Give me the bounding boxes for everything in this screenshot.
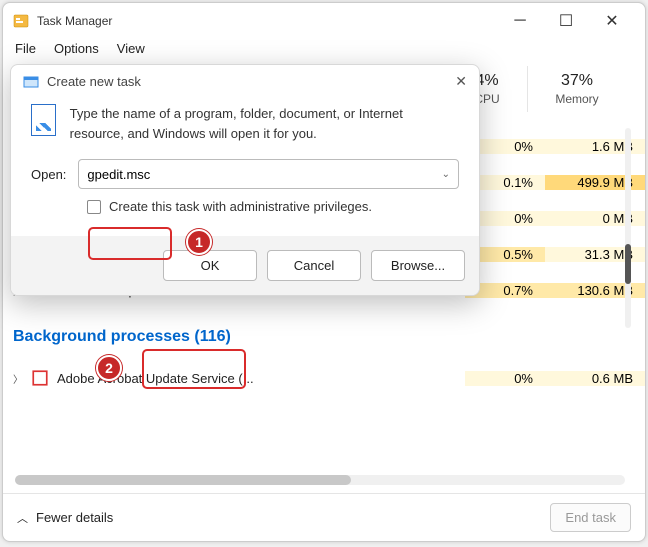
- close-button[interactable]: ✕: [589, 6, 635, 36]
- end-task-button[interactable]: End task: [550, 503, 631, 532]
- admin-label: Create this task with administrative pri…: [109, 199, 372, 214]
- minimize-button[interactable]: ─: [497, 6, 543, 36]
- vertical-scrollbar[interactable]: [625, 128, 631, 328]
- ok-button[interactable]: OK: [163, 250, 257, 281]
- open-label: Open:: [31, 167, 66, 182]
- dialog-icon: [23, 74, 39, 90]
- app-icon: [31, 369, 49, 387]
- dialog-close-button[interactable]: ✕: [455, 73, 467, 90]
- menu-file[interactable]: File: [15, 41, 36, 56]
- highlight-ok: [142, 349, 246, 389]
- horizontal-scrollbar[interactable]: [15, 475, 625, 485]
- task-manager-icon: [13, 13, 29, 29]
- open-combobox[interactable]: gpedit.msc ⌄: [78, 159, 459, 189]
- menu-options[interactable]: Options: [54, 41, 99, 56]
- browse-button[interactable]: Browse...: [371, 250, 465, 281]
- create-new-task-dialog: Create new task ✕ Type the name of a pro…: [10, 64, 480, 296]
- fewer-details-button[interactable]: ︿ Fewer details: [17, 510, 113, 526]
- annotation-badge-1: 1: [186, 229, 212, 255]
- dialog-title: Create new task: [47, 74, 141, 89]
- run-icon: [31, 104, 56, 136]
- window-title: Task Manager: [37, 14, 497, 28]
- annotation-badge-2: 2: [96, 355, 122, 381]
- background-processes-header[interactable]: Background processes (116): [13, 328, 645, 346]
- cancel-button[interactable]: Cancel: [267, 250, 361, 281]
- chevron-down-icon[interactable]: ⌄: [442, 169, 450, 180]
- menu-view[interactable]: View: [117, 41, 145, 56]
- maximize-button[interactable]: ☐: [543, 6, 589, 36]
- titlebar: Task Manager ─ ☐ ✕: [3, 3, 645, 39]
- dialog-description: Type the name of a program, folder, docu…: [70, 104, 459, 143]
- open-value: gpedit.msc: [87, 167, 150, 182]
- highlight-input: [88, 227, 172, 260]
- memory-column-header[interactable]: 37% Memory: [527, 72, 627, 106]
- footer: ︿ Fewer details End task: [3, 493, 645, 541]
- menubar: File Options View: [3, 39, 645, 62]
- expand-icon[interactable]: 〉: [13, 371, 31, 386]
- admin-checkbox[interactable]: [87, 200, 101, 214]
- chevron-up-icon: ︿: [17, 510, 28, 526]
